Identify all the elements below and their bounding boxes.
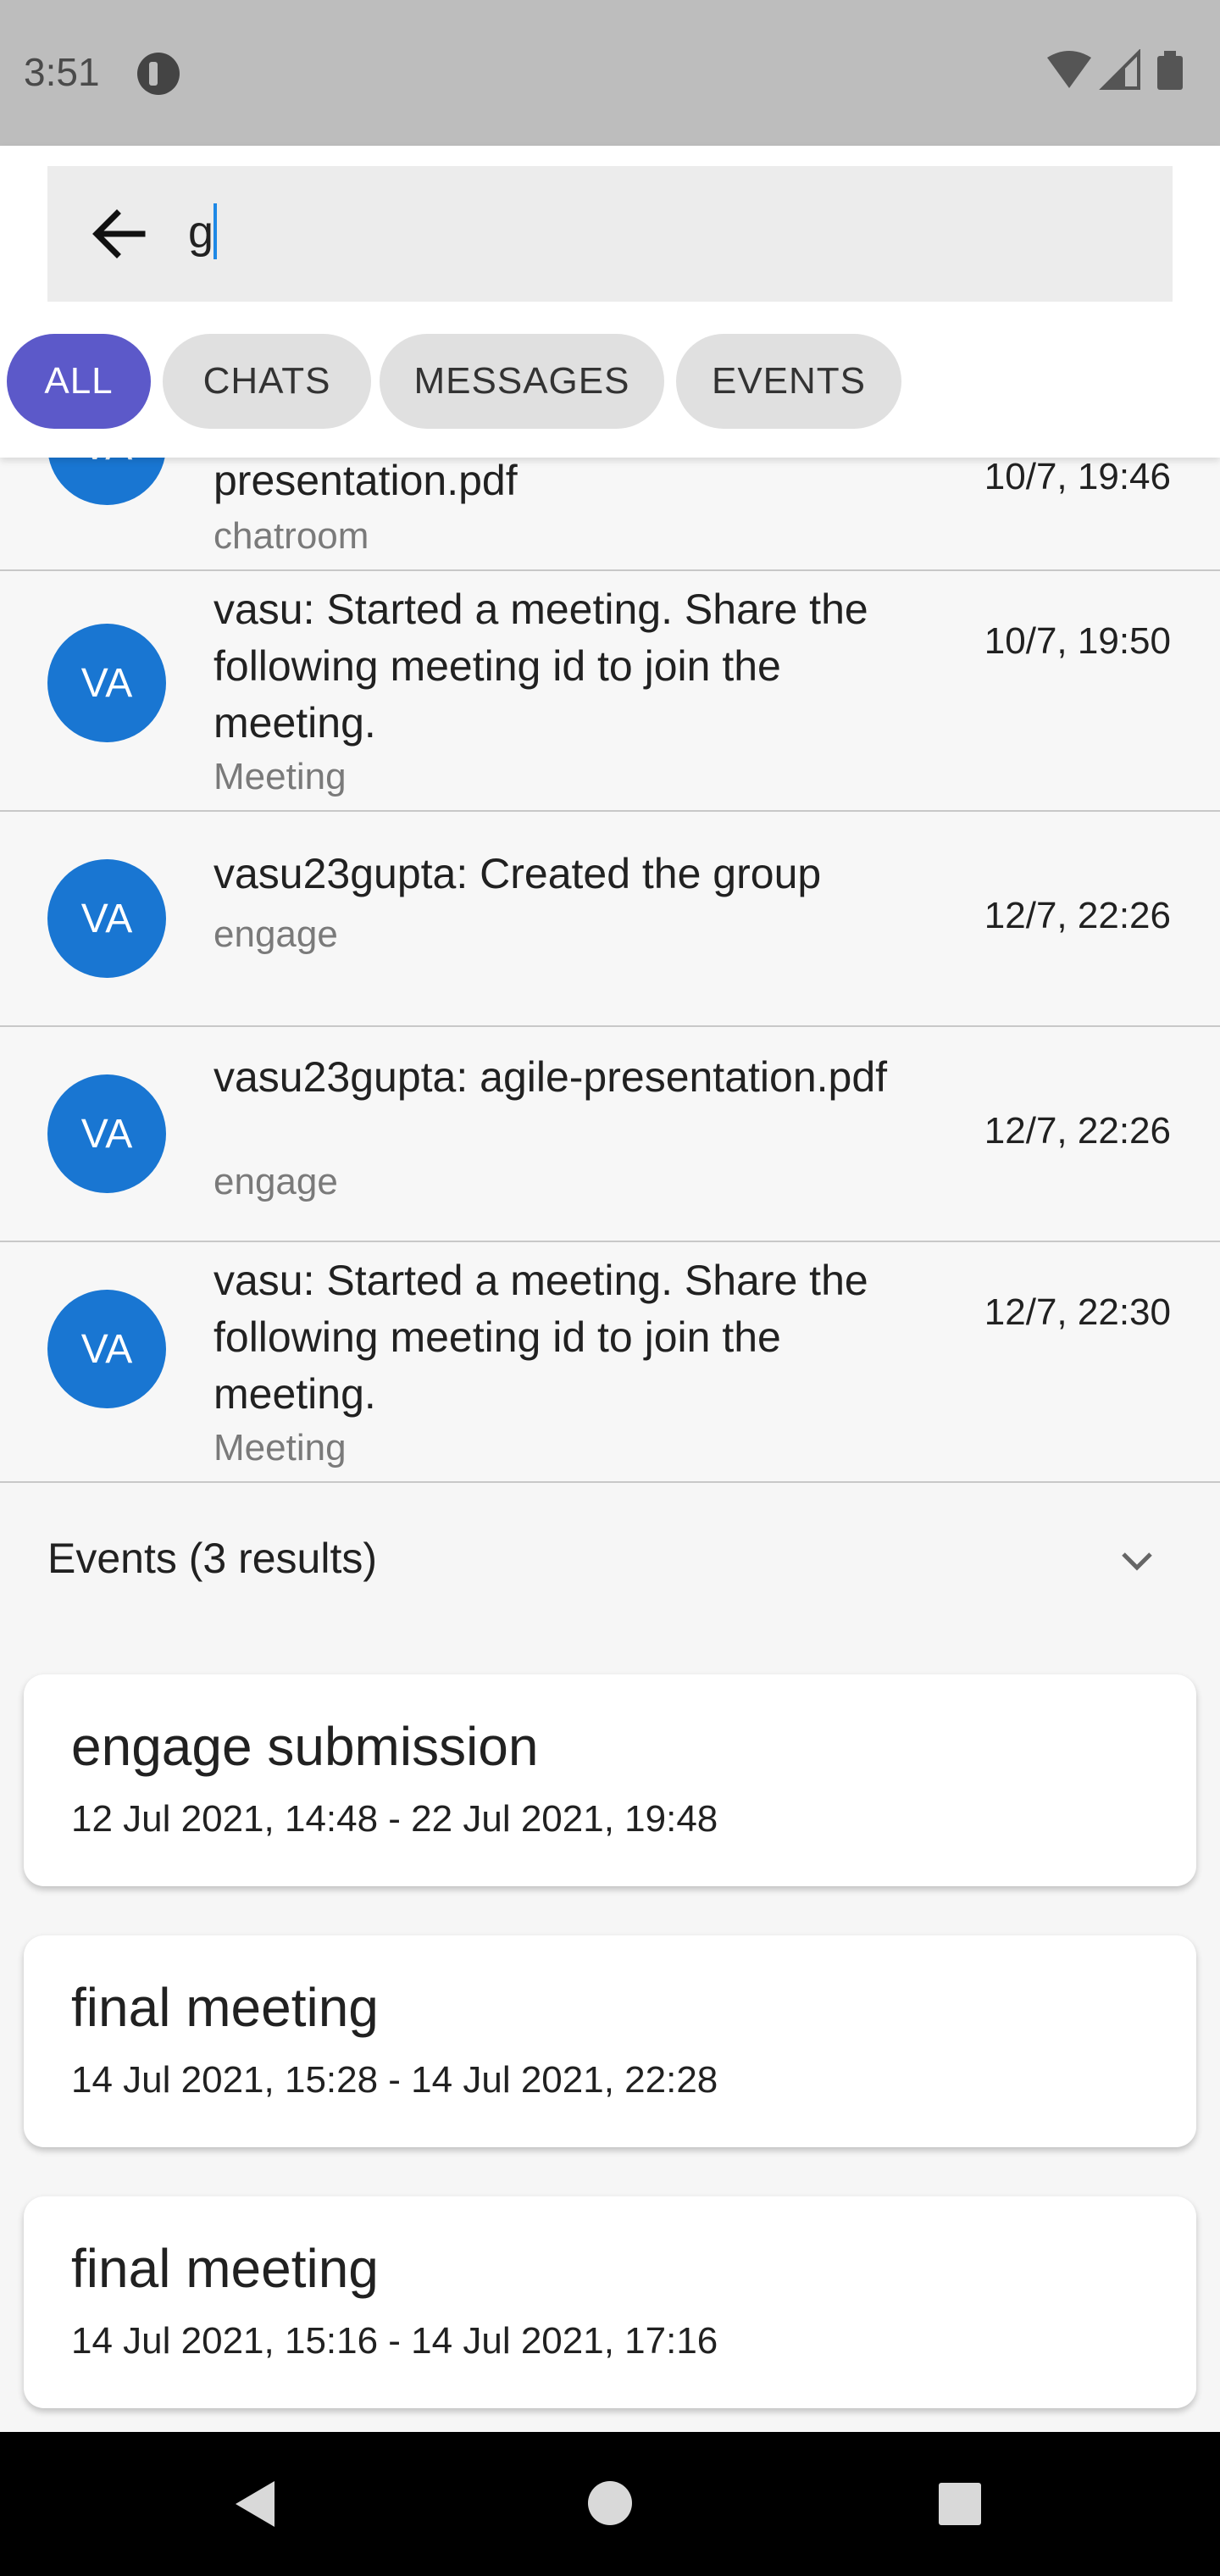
avatar: VA — [47, 859, 166, 978]
chip-events[interactable]: EVENTS — [676, 334, 901, 429]
list-item[interactable]: VA vasu: Started a meeting. Share the fo… — [0, 1242, 1220, 1483]
message-time: 12/7, 22:26 — [984, 1110, 1171, 1152]
status-bar: 3:51 — [0, 0, 1220, 146]
event-time-range: 14 Jul 2021, 15:16 - 14 Jul 2021, 17:16 — [71, 2320, 718, 2362]
event-title: final meeting — [71, 1977, 379, 2038]
wifi-icon — [1047, 51, 1091, 88]
navigation-bar — [0, 2432, 1220, 2576]
recents-square-icon[interactable] — [937, 2481, 983, 2527]
event-time-range: 12 Jul 2021, 14:48 - 22 Jul 2021, 19:48 — [71, 1798, 718, 1840]
back-triangle-icon[interactable] — [230, 2478, 278, 2530]
message-text: vasu: Started a meeting. Share the follo… — [214, 1257, 868, 1418]
message-source: engage — [214, 913, 338, 955]
chevron-down-icon[interactable] — [1113, 1544, 1161, 1578]
event-card[interactable]: final meeting 14 Jul 2021, 15:28 - 14 Ju… — [24, 1935, 1196, 2147]
battery-icon — [1157, 51, 1183, 90]
avatar: VA — [47, 1074, 166, 1193]
message-text: presentation.pdf — [214, 457, 518, 504]
message-source: Meeting — [214, 756, 347, 797]
search-input[interactable]: g — [47, 166, 1173, 302]
message-text: vasu23gupta: agile-presentation.pdf — [214, 1053, 888, 1101]
list-item[interactable]: VA vasu: Started a meeting. Share the fo… — [0, 571, 1220, 812]
app-notification-icon — [137, 53, 180, 95]
events-section-title: Events (3 results) — [47, 1535, 378, 1582]
message-time: 12/7, 22:30 — [984, 1291, 1171, 1333]
event-card[interactable]: final meeting 14 Jul 2021, 15:16 - 14 Ju… — [24, 2196, 1196, 2408]
message-source: engage — [214, 1161, 338, 1202]
avatar: VA — [47, 1290, 166, 1408]
home-circle-icon[interactable] — [586, 2479, 634, 2527]
message-source: Meeting — [214, 1427, 347, 1468]
message-text: vasu23gupta: Created the group — [214, 850, 822, 897]
event-title: final meeting — [71, 2238, 379, 2299]
list-item[interactable]: VA vasu23gupta: agile-presentation.pdf e… — [0, 1027, 1220, 1242]
status-icons — [1044, 48, 1196, 93]
cellular-signal-icon — [1099, 48, 1140, 90]
message-source: chatroom — [214, 515, 369, 557]
message-text: vasu: Started a meeting. Share the follo… — [214, 586, 868, 747]
message-time: 10/7, 19:50 — [984, 620, 1171, 662]
status-time: 3:51 — [24, 50, 100, 94]
event-time-range: 14 Jul 2021, 15:28 - 14 Jul 2021, 22:28 — [71, 2059, 718, 2101]
list-item[interactable]: VA vasu23gupta: Created the group engage… — [0, 812, 1220, 1027]
search-query-text[interactable]: g — [188, 207, 214, 258]
search-header: g ALL CHATS MESSAGES EVENTS — [0, 146, 1220, 458]
message-time: 10/7, 19:46 — [984, 456, 1171, 497]
text-cursor — [214, 203, 217, 259]
chip-messages[interactable]: MESSAGES — [380, 334, 664, 429]
event-title: engage submission — [71, 1716, 539, 1777]
avatar: VA — [47, 624, 166, 742]
message-time: 12/7, 22:26 — [984, 895, 1171, 936]
event-card[interactable]: engage submission 12 Jul 2021, 14:48 - 2… — [24, 1674, 1196, 1886]
chip-all[interactable]: ALL — [7, 334, 151, 429]
chip-chats[interactable]: CHATS — [163, 334, 371, 429]
back-arrow-icon[interactable] — [92, 208, 146, 259]
